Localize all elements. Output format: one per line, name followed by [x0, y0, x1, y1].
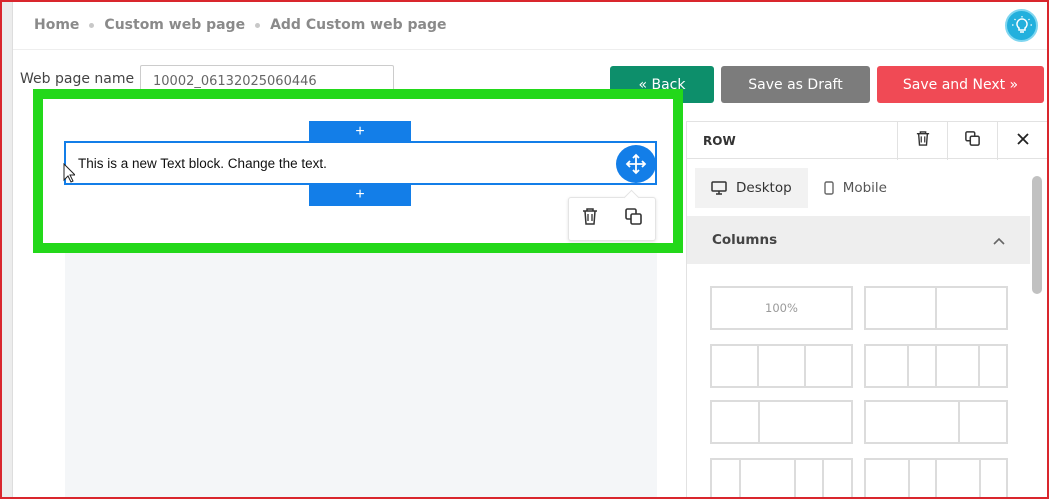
phone-icon	[823, 181, 834, 195]
web-page-name-label: Web page name :	[20, 71, 144, 87]
column-cell	[712, 460, 741, 499]
columns-section-header[interactable]: Columns	[687, 216, 1030, 264]
tab-desktop-label: Desktop	[736, 180, 792, 196]
column-cell	[866, 288, 937, 328]
breadcrumb-separator	[89, 22, 95, 28]
column-layout-option[interactable]	[710, 458, 853, 499]
block-toolbar	[568, 197, 656, 241]
column-layout-option[interactable]	[864, 458, 1008, 499]
column-layout-option[interactable]	[710, 400, 853, 444]
tab-mobile-label: Mobile	[842, 180, 887, 196]
column-layout-option[interactable]	[864, 286, 1008, 330]
duplicate-icon	[965, 131, 980, 151]
column-cell	[824, 460, 851, 499]
column-cell	[760, 402, 851, 442]
column-cell	[712, 402, 760, 442]
panel-header: ROW	[687, 121, 1048, 160]
trash-icon	[916, 131, 930, 151]
move-icon[interactable]	[616, 145, 656, 183]
device-tabs: Desktop Mobile	[695, 168, 903, 208]
lightbulb-icon[interactable]	[1005, 9, 1038, 42]
text-block[interactable]: This is a new Text block. Change the tex…	[64, 141, 657, 185]
column-layout-option[interactable]	[710, 344, 853, 388]
chevron-up-icon	[993, 233, 1005, 249]
duplicate-row-button[interactable]	[947, 122, 997, 160]
column-cell	[937, 288, 1006, 328]
column-cell	[937, 460, 982, 499]
column-cell	[796, 460, 825, 499]
column-cell	[866, 346, 910, 386]
close-panel-button[interactable]	[997, 122, 1047, 160]
column-cell	[937, 346, 981, 386]
tab-desktop[interactable]: Desktop	[695, 168, 808, 208]
delete-row-button[interactable]	[897, 122, 947, 160]
top-bar: Home Custom web page Add Custom web page	[13, 0, 1047, 50]
column-layout-option[interactable]	[864, 344, 1008, 388]
duplicate-icon[interactable]	[624, 208, 642, 230]
column-layout-option[interactable]: 100%	[710, 286, 853, 330]
column-cell	[806, 346, 851, 386]
column-cell	[759, 346, 806, 386]
breadcrumb-custom-web-page[interactable]: Custom web page	[104, 17, 245, 33]
column-layout-option[interactable]	[864, 400, 1008, 444]
breadcrumb-current: Add Custom web page	[270, 17, 447, 33]
columns-section-title: Columns	[712, 232, 778, 248]
add-block-above-button[interactable]: +	[309, 121, 411, 143]
column-cell	[910, 460, 937, 499]
save-and-next-button[interactable]: Save and Next »	[877, 66, 1044, 103]
panel-scrollbar[interactable]	[1032, 176, 1042, 294]
mouse-cursor-icon	[63, 162, 77, 188]
column-cell: 100%	[765, 301, 798, 315]
left-strip	[0, 0, 13, 499]
close-icon	[1016, 132, 1029, 150]
tab-mobile[interactable]: Mobile	[808, 168, 903, 208]
column-cell	[866, 460, 911, 499]
breadcrumb-separator	[255, 22, 261, 28]
save-as-draft-button[interactable]: Save as Draft	[721, 66, 870, 103]
row-settings-panel: ROW Desktop Mobile Columns 100%	[686, 121, 1048, 499]
column-cell	[981, 460, 1006, 499]
column-cell	[866, 402, 960, 442]
trash-icon[interactable]	[582, 208, 598, 230]
monitor-icon	[711, 181, 727, 195]
column-cell	[741, 460, 796, 499]
breadcrumb: Home Custom web page Add Custom web page	[34, 17, 447, 33]
add-block-below-button[interactable]: +	[309, 184, 411, 206]
column-cell	[712, 346, 759, 386]
column-cell	[980, 346, 1006, 386]
panel-title: ROW	[703, 134, 736, 148]
column-cell	[909, 346, 937, 386]
breadcrumb-home[interactable]: Home	[34, 17, 79, 33]
column-cell	[960, 402, 1006, 442]
